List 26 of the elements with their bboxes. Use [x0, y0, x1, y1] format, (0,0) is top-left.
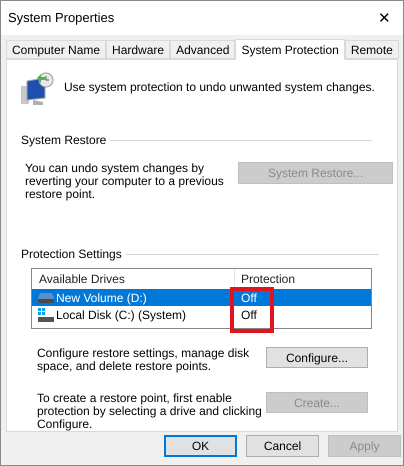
tab[interactable]: System Protection — [235, 39, 345, 60]
drive-row[interactable]: Local Disk (C:) (System) Off — [32, 306, 371, 323]
drive-icon — [38, 308, 54, 322]
drive-row[interactable]: New Volume (D:) Off — [32, 289, 371, 306]
close-button[interactable]: ✕ — [374, 10, 395, 26]
restore-description: You can undo system changes by reverting your computer to a previous restore point. — [25, 162, 225, 201]
tab[interactable]: Computer Name — [6, 40, 106, 59]
configure-button[interactable]: Configure... — [266, 347, 368, 368]
group-heading: System Restore — [21, 132, 106, 149]
tab[interactable]: Hardware — [106, 40, 170, 59]
drive-name: New Volume (D:) — [56, 290, 147, 306]
drive-icon — [38, 292, 54, 302]
group-heading: Protection Settings — [21, 246, 122, 263]
dialog-button[interactable]: OK — [164, 435, 237, 457]
computer-icon — [19, 72, 55, 106]
window-title: System Properties — [8, 9, 114, 28]
create-description: To create a restore point, first enable protection by selecting a drive and clicking Configure. — [37, 392, 262, 431]
protection-status: Off — [240, 290, 257, 306]
tab[interactable]: Advanced — [170, 40, 236, 59]
tab[interactable]: Remote — [344, 40, 399, 59]
configure-description: Configure restore settings, manage disk space, and delete restore points. — [37, 347, 250, 373]
column-header[interactable]: Protection — [235, 270, 296, 288]
protection-status: Off — [240, 306, 257, 324]
intro-text: Use system protection to undo unwanted system changes. — [64, 79, 375, 96]
drive-name: Local Disk (C:) (System) — [56, 306, 186, 324]
dialog-button[interactable]: Cancel — [246, 435, 319, 457]
